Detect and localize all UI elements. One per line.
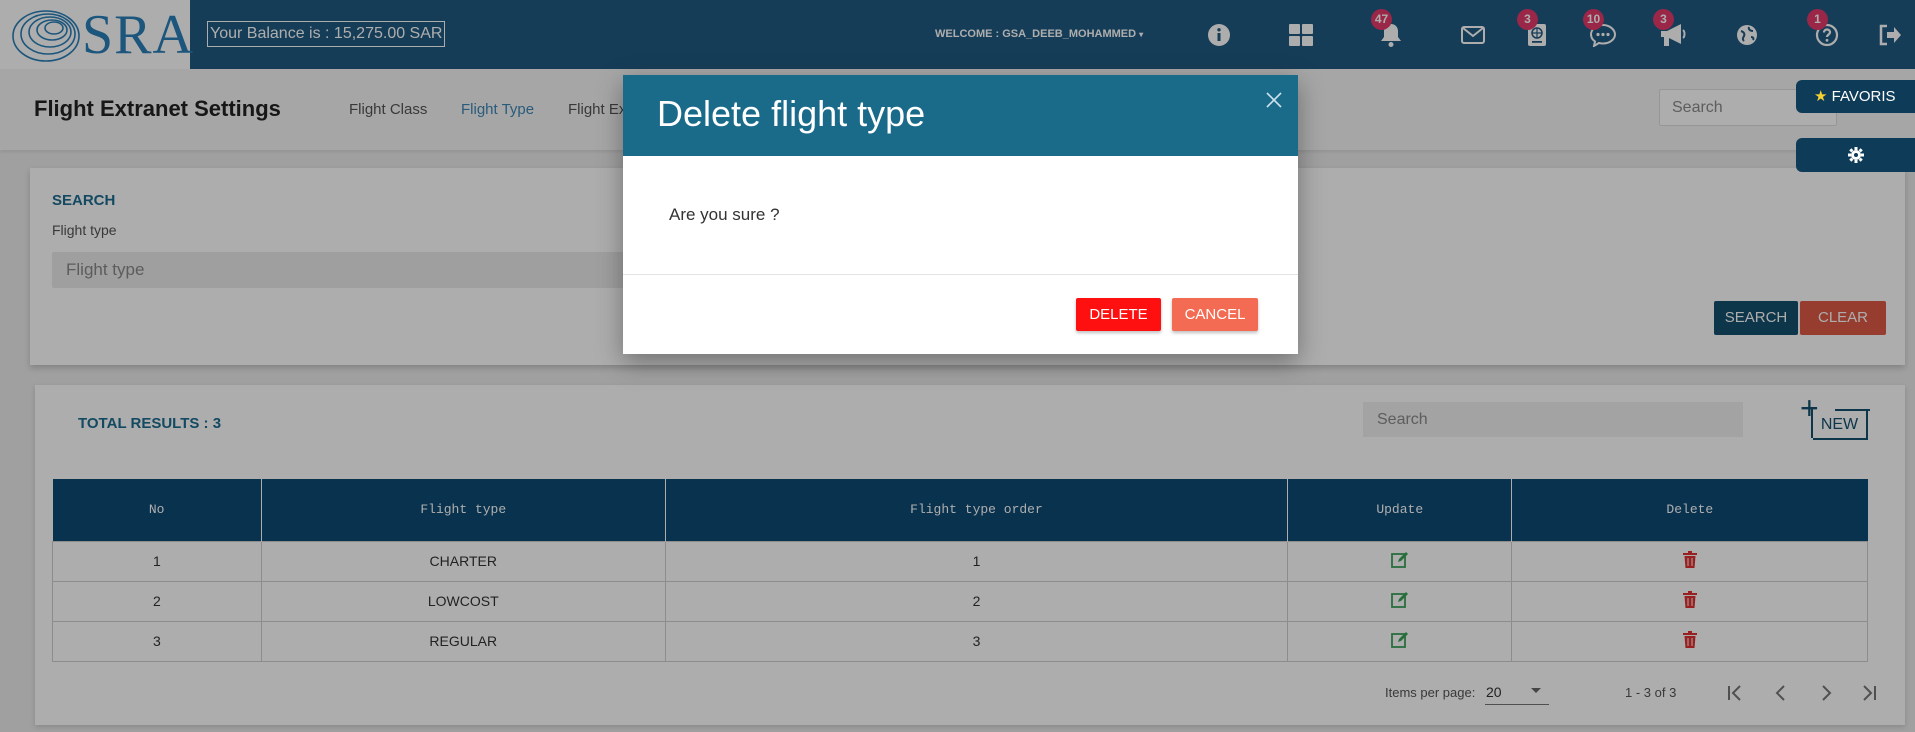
favoris-label: FAVORIS: [1831, 88, 1896, 105]
confirm-delete-button[interactable]: DELETE: [1076, 298, 1161, 331]
cancel-button[interactable]: CANCEL: [1172, 298, 1258, 331]
dialog-divider: [623, 274, 1298, 275]
delete-dialog: Delete flight type Are you sure ? DELETE…: [623, 75, 1298, 354]
dialog-header: Delete flight type: [623, 75, 1298, 156]
dialog-message: Are you sure ?: [669, 205, 780, 224]
star-icon: ★: [1814, 88, 1828, 105]
close-icon[interactable]: [1263, 89, 1285, 111]
settings-button[interactable]: [1796, 138, 1915, 172]
dialog-title: Delete flight type: [657, 93, 926, 134]
favoris-button[interactable]: ★ FAVORIS: [1796, 80, 1915, 113]
gear-icon: [1847, 147, 1864, 163]
